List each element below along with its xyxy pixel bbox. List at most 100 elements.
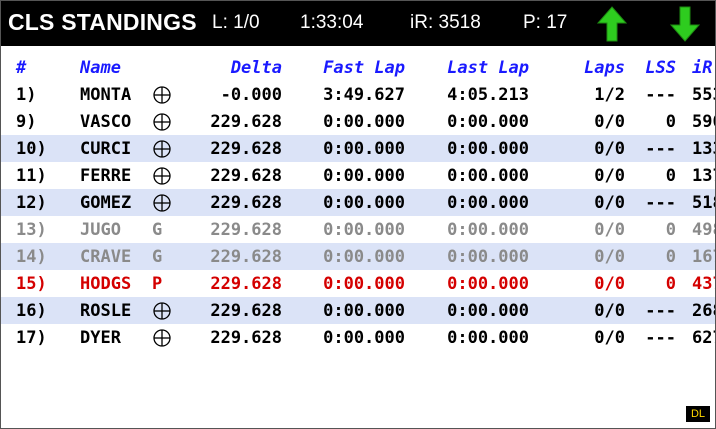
row-fast-lap: 0:00.000	[323, 165, 405, 186]
circle-cross-icon	[153, 193, 171, 212]
row-last-lap: 0:00.000	[447, 273, 529, 294]
standings-table: # Name Delta Fast Lap Last Lap Laps LSS …	[1, 54, 715, 351]
table-row[interactable]: 13) JUGO G 229.628 0:00.000 0:00.000 0/0 0 4981	[1, 216, 715, 243]
row-delta: 229.628	[182, 135, 282, 162]
lap-counter: L: 1/0	[212, 12, 260, 33]
row-pos: 11)	[16, 165, 47, 186]
row-flag	[152, 135, 182, 162]
row-flag	[152, 108, 182, 135]
row-irating: 590	[692, 111, 715, 132]
circle-cross-icon	[153, 301, 171, 320]
column-header-ir: iR	[692, 57, 713, 78]
row-flag	[152, 189, 182, 216]
row-irating: 1333	[676, 135, 715, 162]
row-irating: 6277	[692, 327, 715, 348]
table-row[interactable]: 14)CRAVEG229.6280:00.0000:00.0000/001675	[1, 243, 715, 270]
row-pos: 9)	[16, 111, 37, 132]
table-row[interactable]: 10)CURCI229.6280:00.0000:00.0000/0---133…	[1, 135, 715, 162]
window-title: CLS STANDINGS	[8, 9, 197, 35]
row-driver-name: MONTA	[80, 84, 132, 105]
table-row[interactable]: 1) MONTA -0.000 3:49.627 4:05.213 1/2 --- 5535	[1, 81, 715, 108]
row-irating: 4981	[692, 219, 715, 240]
row-delta: 229.628	[210, 273, 282, 294]
row-lss: 0	[665, 219, 676, 240]
row-laps: 0/0	[594, 111, 625, 132]
row-driver-name: DYER	[80, 327, 121, 348]
row-flag	[152, 297, 182, 324]
row-laps: 1/2	[594, 84, 625, 105]
table-row[interactable]: 15) HODGS P 229.628 0:00.000 0:00.000 0/0 0 4377	[1, 270, 715, 297]
irating-readout: iR: 3518	[410, 12, 481, 33]
row-laps: 0/0	[594, 165, 625, 186]
table-header-row: # Name Delta Fast Lap Last Lap Laps LSS …	[1, 54, 715, 81]
circle-cross-icon	[153, 112, 171, 131]
row-laps: 0/0	[594, 273, 625, 294]
arrow-up-icon[interactable]	[597, 6, 627, 42]
row-flag	[152, 324, 182, 351]
row-irating: 1373	[692, 165, 715, 186]
row-fast-lap: 0:00.000	[282, 135, 405, 162]
row-laps: 0/0	[529, 135, 625, 162]
row-lss: ---	[645, 84, 676, 105]
row-laps: 0/0	[594, 219, 625, 240]
row-delta: 229.628	[210, 111, 282, 132]
row-flag-letter: G	[152, 246, 163, 267]
row-flag	[152, 81, 182, 108]
position-readout: P: 17	[523, 12, 568, 33]
row-last-lap: 0:00.000	[447, 165, 529, 186]
row-fast-lap: 0:00.000	[323, 111, 405, 132]
standings-window: CLS STANDINGS L: 1/0 1:33:04 iR: 3518 P:…	[0, 0, 716, 429]
row-lss: 0	[625, 243, 676, 270]
row-flag-letter: P	[152, 273, 163, 294]
row-last-lap: 0:00.000	[405, 135, 529, 162]
dl-badge: DL	[686, 406, 710, 422]
column-header-last-lap: Last Lap	[447, 57, 529, 78]
table-row[interactable]: 9) VASCO 229.628 0:00.000 0:00.000 0/0 0 590	[1, 108, 715, 135]
row-last-lap: 4:05.213	[447, 84, 529, 105]
column-header-pos: #	[16, 57, 27, 78]
table-row[interactable]: 16)ROSLE229.6280:00.0000:00.0000/0---268…	[1, 297, 715, 324]
circle-cross-icon	[153, 328, 171, 347]
session-time: 1:33:04	[300, 12, 364, 33]
row-irating: 5185	[676, 189, 715, 216]
row-delta: 229.628	[182, 243, 282, 270]
circle-cross-icon	[153, 166, 171, 185]
circle-cross-icon	[153, 139, 171, 158]
column-header-flag	[152, 54, 182, 81]
table-row[interactable]: 11) FERRE 229.628 0:00.000 0:00.000 0/0 0 1373	[1, 162, 715, 189]
row-driver-name: ROSLE	[80, 297, 152, 324]
row-pos: 15)	[16, 273, 47, 294]
row-irating: 5535	[692, 84, 715, 105]
arrow-down-icon[interactable]	[670, 6, 700, 42]
row-pos: 1)	[16, 84, 37, 105]
row-irating: 4377	[692, 273, 715, 294]
table-row[interactable]: 17) DYER 229.628 0:00.000 0:00.000 0/0 --- 6277	[1, 324, 715, 351]
row-laps: 0/0	[594, 327, 625, 348]
row-pos: 16)	[1, 297, 80, 324]
row-lss: 0	[665, 111, 676, 132]
row-driver-name: CURCI	[80, 135, 152, 162]
column-header-fast-lap: Fast Lap	[323, 57, 405, 78]
column-header-lss: LSS	[645, 57, 676, 78]
row-driver-name: JUGO	[80, 219, 121, 240]
row-laps: 0/0	[529, 243, 625, 270]
row-last-lap: 0:00.000	[447, 219, 529, 240]
row-flag: G	[152, 216, 182, 243]
table-row[interactable]: 12)GOMEZ229.6280:00.0000:00.0000/0---518…	[1, 189, 715, 216]
row-fast-lap: 0:00.000	[282, 189, 405, 216]
row-driver-name: CRAVE	[80, 243, 152, 270]
row-lss: ---	[645, 327, 676, 348]
row-delta: 229.628	[182, 189, 282, 216]
row-fast-lap: 0:00.000	[282, 243, 405, 270]
row-lss: ---	[625, 189, 676, 216]
row-fast-lap: 0:00.000	[282, 297, 405, 324]
row-irating: 1675	[676, 243, 715, 270]
row-driver-name: VASCO	[80, 111, 132, 132]
row-pos: 14)	[1, 243, 80, 270]
row-flag: P	[152, 270, 182, 297]
row-lss: ---	[625, 135, 676, 162]
row-lss: ---	[625, 297, 676, 324]
column-header-name: Name	[80, 57, 121, 78]
row-fast-lap: 0:00.000	[323, 219, 405, 240]
title-bar: CLS STANDINGS L: 1/0 1:33:04 iR: 3518 P:…	[1, 1, 715, 46]
